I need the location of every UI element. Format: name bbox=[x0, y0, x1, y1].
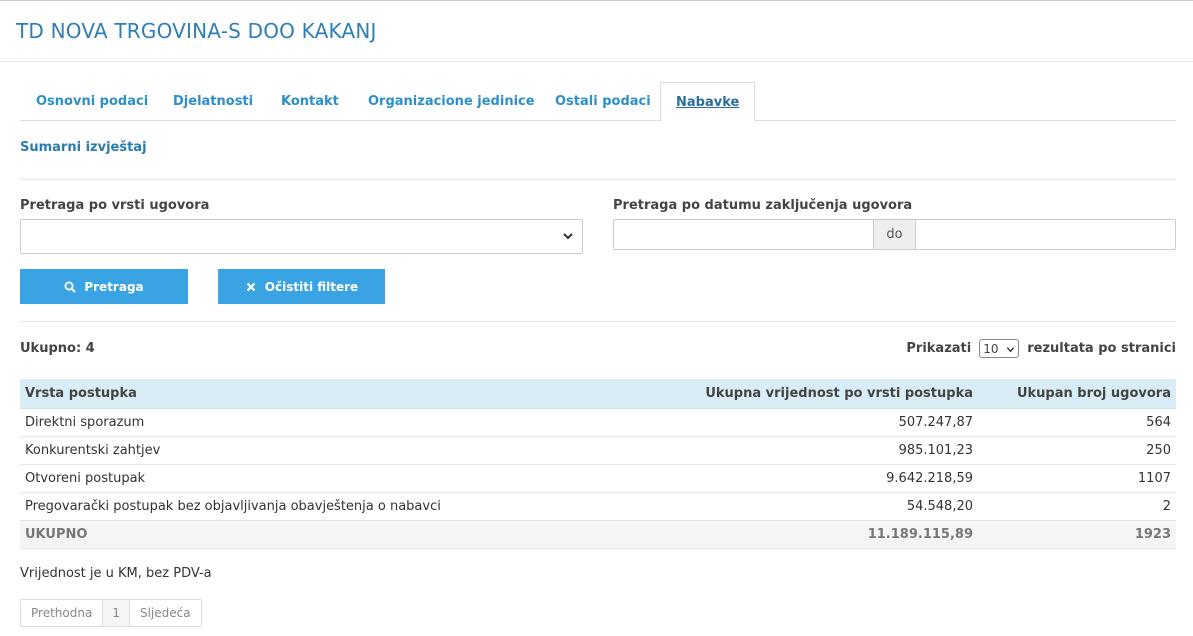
pagination-prev[interactable]: Prethodna bbox=[21, 600, 104, 626]
column-header-procedure-type[interactable]: Vrsta postupka bbox=[20, 379, 528, 409]
close-icon bbox=[246, 282, 256, 291]
cell-procedure-type: Konkurentski zahtjev bbox=[20, 436, 528, 465]
chevron-down-icon bbox=[563, 233, 573, 240]
cell-grand-total-count: 1923 bbox=[978, 520, 1176, 549]
table-row: Pregovarački postupak bez objavljivanja … bbox=[20, 492, 1176, 521]
top-border bbox=[0, 0, 1193, 1]
chevron-down-icon bbox=[1007, 347, 1015, 353]
table-row: Konkurentski zahtjev 985.101,23 250 bbox=[20, 436, 1176, 465]
tab-basic-info[interactable]: Osnovni podaci bbox=[36, 82, 148, 121]
cell-total-value: 985.101,23 bbox=[528, 436, 978, 465]
search-button-label: Pretraga bbox=[84, 279, 144, 294]
tab-bar: Osnovni podaci Djelatnosti Kontakt Organ… bbox=[20, 82, 1176, 122]
tab-procurement[interactable]: Nabavke bbox=[660, 82, 756, 122]
contract-type-label: Pretraga po vrsti ugovora bbox=[20, 198, 210, 213]
cell-contract-count: 2 bbox=[978, 492, 1176, 521]
date-to-input[interactable] bbox=[915, 219, 1176, 250]
per-page-label: rezultata po stranici bbox=[1027, 341, 1176, 356]
column-header-total-value[interactable]: Ukupna vrijednost po vrsti postupka bbox=[528, 379, 978, 409]
contract-type-select[interactable] bbox=[20, 219, 583, 254]
page-size-value: 10 bbox=[983, 341, 999, 356]
procurement-summary-table: Vrsta postupka Ukupna vrijednost po vrst… bbox=[20, 379, 1176, 549]
section-divider bbox=[20, 179, 1176, 180]
tab-contact[interactable]: Kontakt bbox=[281, 82, 339, 121]
cell-contract-count: 250 bbox=[978, 436, 1176, 465]
currency-note: Vrijednost je u KM, bez PDV-a bbox=[20, 566, 212, 581]
cell-grand-total-value: 11.189.115,89 bbox=[528, 520, 978, 549]
pagination: Prethodna 1 Sljedeća bbox=[20, 599, 202, 627]
cell-procedure-type: Otvoreni postupak bbox=[20, 464, 528, 493]
table-row: Direktni sporazum 507.247,87 564 bbox=[20, 408, 1176, 437]
search-button[interactable]: Pretraga bbox=[20, 269, 188, 304]
date-from-input[interactable] bbox=[613, 219, 874, 250]
table-total-row: UKUPNO 11.189.115,89 1923 bbox=[20, 520, 1176, 549]
cell-total-value: 54.548,20 bbox=[528, 492, 978, 521]
search-icon bbox=[64, 281, 77, 293]
table-header-row: Vrsta postupka Ukupna vrijednost po vrst… bbox=[20, 379, 1176, 409]
pagination-next[interactable]: Sljedeća bbox=[130, 600, 201, 626]
tab-other-data[interactable]: Ostali podaci bbox=[555, 82, 651, 121]
cell-total-value: 507.247,87 bbox=[528, 408, 978, 437]
show-label: Prikazati bbox=[906, 341, 972, 356]
pagination-page-1[interactable]: 1 bbox=[103, 600, 130, 626]
tab-org-units[interactable]: Organizacione jedinice bbox=[368, 82, 535, 121]
cell-total-label: UKUPNO bbox=[20, 520, 528, 549]
section-title[interactable]: Sumarni izvještaj bbox=[20, 140, 147, 155]
cell-contract-count: 1107 bbox=[978, 464, 1176, 493]
cell-total-value: 9.642.218,59 bbox=[528, 464, 978, 493]
company-title: TD NOVA TRGOVINA-S DOO KAKANJ bbox=[16, 19, 377, 43]
total-count: Ukupno: 4 bbox=[20, 341, 95, 356]
date-range-label: Pretraga po datumu zaključenja ugovora bbox=[613, 198, 913, 213]
clear-filters-label: Očistiti filtere bbox=[264, 279, 359, 294]
date-separator: do bbox=[874, 219, 915, 250]
page-size-control: Prikazati 10 rezultata po stranici bbox=[906, 339, 1176, 358]
table-row: Otvoreni postupak 9.642.218,59 1107 bbox=[20, 464, 1176, 493]
tab-activities[interactable]: Djelatnosti bbox=[173, 82, 253, 121]
cell-procedure-type: Pregovarački postupak bez objavljivanja … bbox=[20, 492, 528, 521]
cell-contract-count: 564 bbox=[978, 408, 1176, 437]
page-size-select[interactable]: 10 bbox=[979, 339, 1020, 358]
cell-procedure-type: Direktni sporazum bbox=[20, 408, 528, 437]
column-header-contract-count[interactable]: Ukupan broj ugovora bbox=[978, 379, 1176, 409]
header-divider bbox=[0, 61, 1193, 62]
clear-filters-button[interactable]: Očistiti filtere bbox=[218, 269, 385, 304]
filters-divider bbox=[20, 321, 1176, 322]
